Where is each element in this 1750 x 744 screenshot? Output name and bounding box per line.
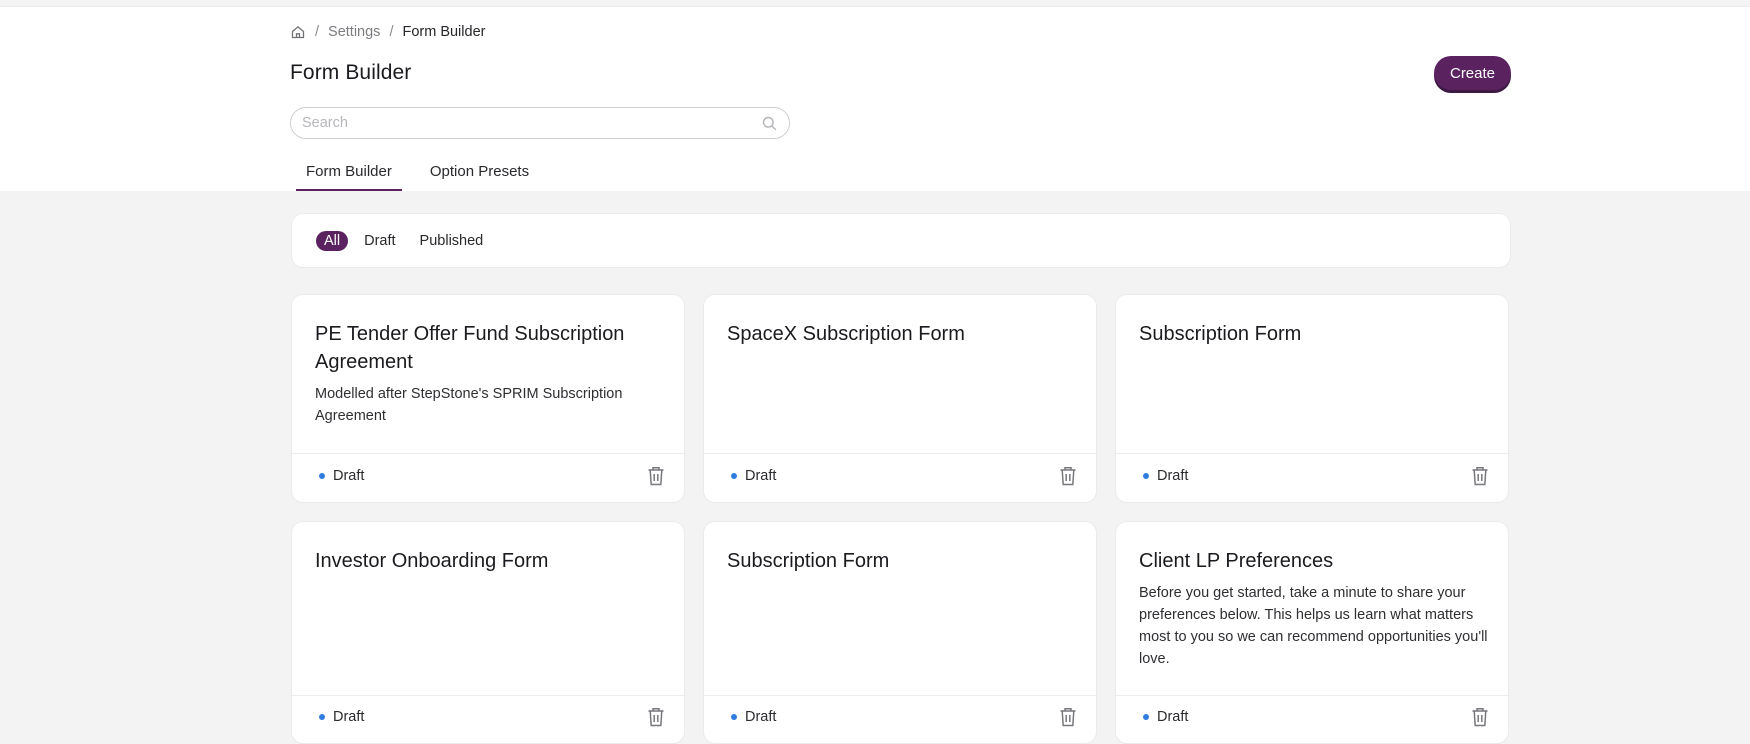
- tab-bar: Form Builder Option Presets: [296, 157, 539, 191]
- form-card[interactable]: Client LP Preferences Before you get sta…: [1115, 521, 1509, 744]
- status-dot-icon: [731, 473, 737, 479]
- breadcrumb-current: Form Builder: [402, 24, 486, 40]
- status-badge: Draft: [1143, 709, 1188, 725]
- trash-icon[interactable]: [646, 465, 666, 487]
- trash-icon[interactable]: [1058, 465, 1078, 487]
- trash-icon[interactable]: [1470, 465, 1490, 487]
- create-button[interactable]: Create: [1434, 56, 1511, 90]
- form-card[interactable]: Subscription Form Draft: [703, 521, 1097, 744]
- home-icon[interactable]: [290, 24, 306, 40]
- form-card-footer: Draft: [704, 452, 1096, 502]
- form-card[interactable]: PE Tender Offer Fund Subscription Agreem…: [291, 294, 685, 503]
- trash-icon[interactable]: [1058, 706, 1078, 728]
- status-badge: Draft: [1143, 468, 1188, 484]
- breadcrumb: / Settings / Form Builder: [290, 22, 485, 42]
- form-card-footer: Draft: [292, 693, 684, 743]
- form-card-footer: Draft: [704, 693, 1096, 743]
- status-filter-bar: All Draft Published: [291, 213, 1511, 268]
- status-dot-icon: [1143, 714, 1149, 720]
- status-dot-icon: [319, 473, 325, 479]
- form-card-title: PE Tender Offer Fund Subscription Agreem…: [315, 323, 625, 373]
- status-dot-icon: [1143, 473, 1149, 479]
- form-card[interactable]: Subscription Form Draft: [1115, 294, 1509, 503]
- form-card-title: Subscription Form: [1139, 323, 1302, 345]
- tab-option-presets[interactable]: Option Presets: [420, 157, 539, 191]
- form-card-footer: Draft: [292, 452, 684, 502]
- form-card-footer: Draft: [1116, 693, 1508, 743]
- trash-icon[interactable]: [1470, 706, 1490, 728]
- breadcrumb-settings[interactable]: Settings: [328, 24, 380, 40]
- breadcrumb-separator: /: [315, 24, 320, 40]
- search-box: [290, 107, 790, 139]
- search-input[interactable]: [302, 109, 742, 137]
- form-card-title: Investor Onboarding Form: [315, 550, 549, 572]
- status-badge: Draft: [319, 709, 364, 725]
- status-badge: Draft: [731, 709, 776, 725]
- filter-published[interactable]: Published: [412, 231, 492, 251]
- page-header: / Settings / Form Builder Form Builder C…: [0, 7, 1750, 191]
- breadcrumb-separator: /: [389, 24, 394, 40]
- top-bar: [0, 0, 1750, 7]
- filter-all[interactable]: All: [316, 230, 349, 251]
- status-badge: Draft: [319, 468, 364, 484]
- form-card-title: SpaceX Subscription Form: [727, 323, 965, 345]
- status-dot-icon: [731, 714, 737, 720]
- status-dot-icon: [319, 714, 325, 720]
- search-icon[interactable]: [762, 116, 777, 131]
- form-card-description: Before you get started, take a minute to…: [1139, 585, 1488, 667]
- form-card[interactable]: SpaceX Subscription Form Draft: [703, 294, 1097, 503]
- trash-icon[interactable]: [646, 706, 666, 728]
- form-card[interactable]: Investor Onboarding Form Draft: [291, 521, 685, 744]
- filter-draft[interactable]: Draft: [356, 231, 403, 251]
- form-card-title: Client LP Preferences: [1139, 550, 1334, 572]
- form-card-footer: Draft: [1116, 452, 1508, 502]
- form-card-title: Subscription Form: [727, 550, 890, 572]
- tab-form-builder[interactable]: Form Builder: [296, 157, 402, 191]
- form-card-description: Modelled after StepStone's SPRIM Subscri…: [315, 386, 623, 424]
- status-badge: Draft: [731, 468, 776, 484]
- page-title: Form Builder: [290, 61, 412, 84]
